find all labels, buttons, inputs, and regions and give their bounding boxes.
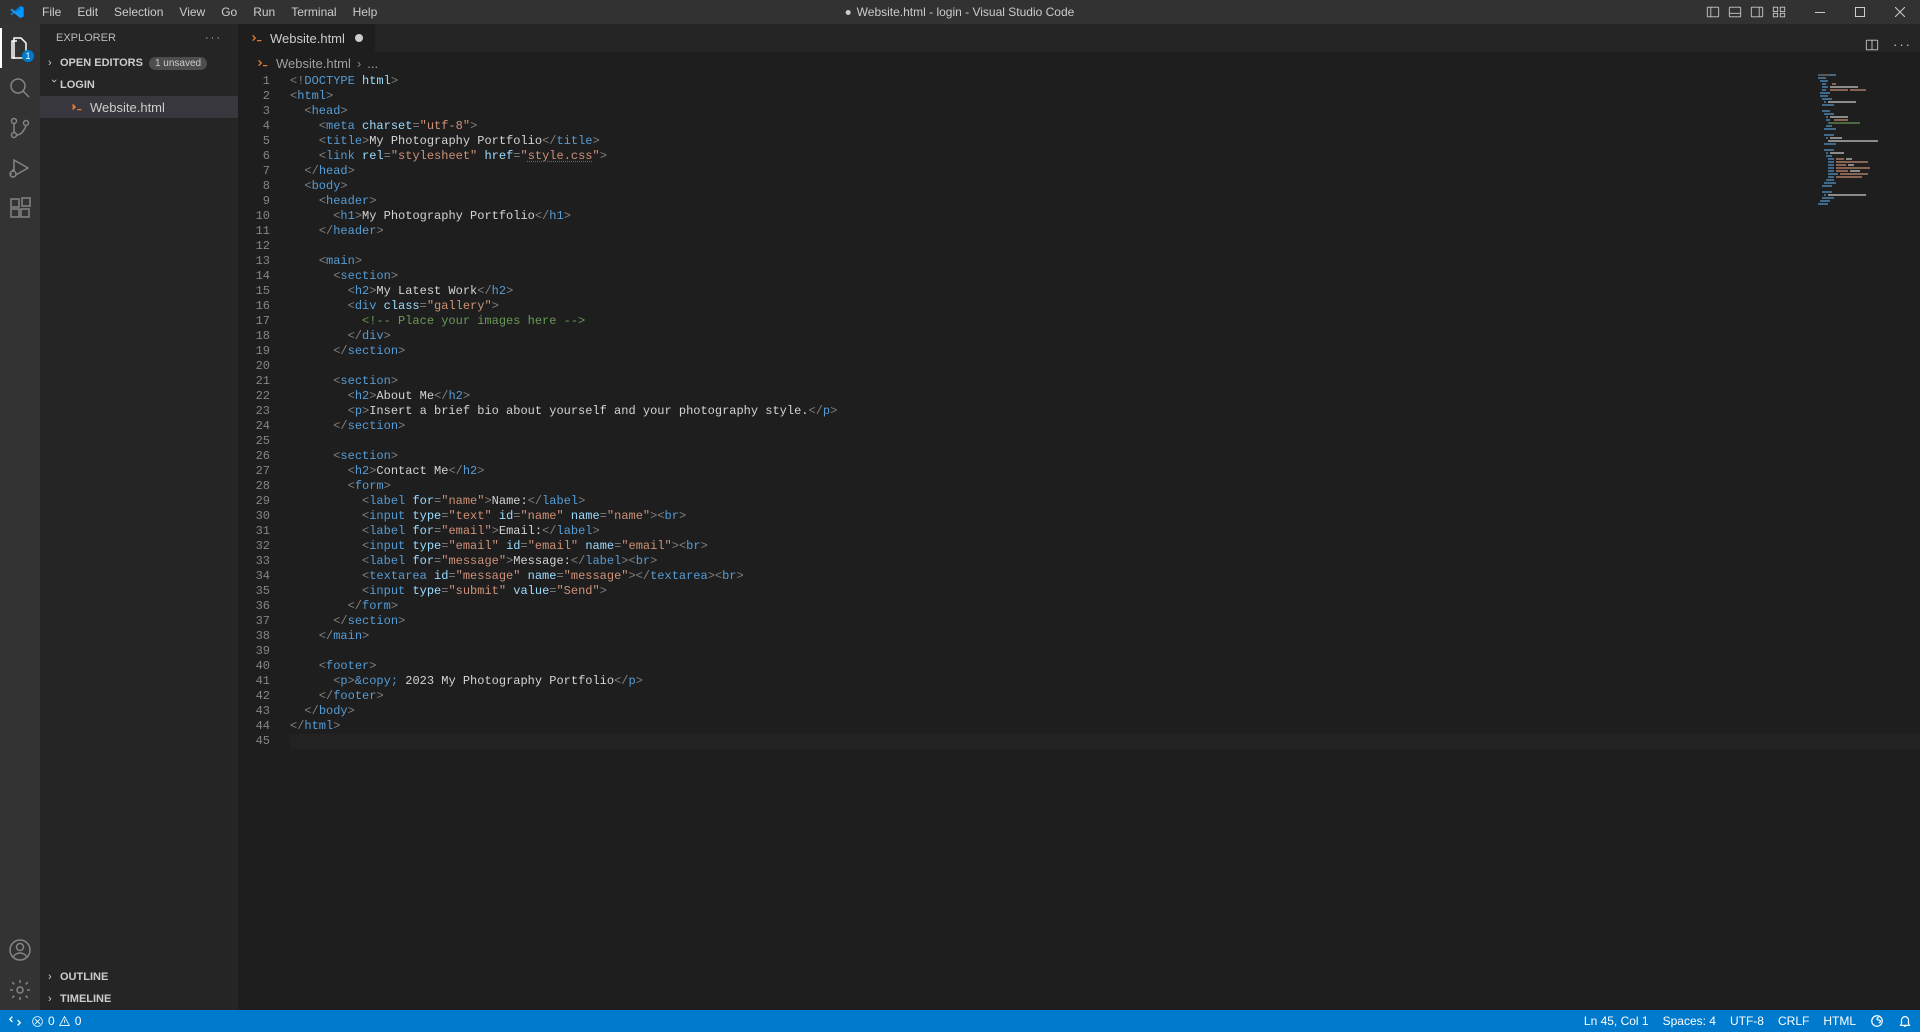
html-file-icon — [250, 31, 264, 45]
editor-body[interactable]: 1234567891011121314151617181920212223242… — [238, 74, 1920, 1010]
language-mode[interactable]: HTML — [1823, 1014, 1856, 1028]
code-content[interactable]: <!DOCTYPE html><html> <head> <meta chars… — [286, 74, 1920, 1010]
cursor-position[interactable]: Ln 45, Col 1 — [1584, 1014, 1649, 1028]
breadcrumb[interactable]: Website.html › ... — [238, 52, 1920, 74]
open-editors-section[interactable]: › OPEN EDITORS 1 unsaved — [40, 52, 238, 74]
window-title-text: Website.html - login - Visual Studio Cod… — [857, 5, 1075, 19]
timeline-section[interactable]: › TIMELINE — [40, 988, 238, 1010]
editor-tabs: Website.html ··· — [238, 24, 1920, 52]
activity-source-control-icon[interactable] — [0, 108, 40, 148]
split-editor-icon[interactable] — [1865, 38, 1879, 52]
editor-tab[interactable]: Website.html — [238, 24, 376, 52]
sidebar-title: EXPLORER — [56, 32, 116, 44]
notifications-icon[interactable] — [1898, 1014, 1912, 1028]
activity-search-icon[interactable] — [0, 68, 40, 108]
remote-indicator[interactable] — [8, 1014, 22, 1028]
activity-account-icon[interactable] — [0, 930, 40, 970]
editor-more-icon[interactable]: ··· — [1893, 37, 1912, 52]
chevron-right-icon: › — [48, 993, 60, 1005]
timeline-label: TIMELINE — [60, 993, 111, 1005]
chevron-right-icon: › — [48, 971, 60, 983]
tab-label: Website.html — [270, 31, 345, 46]
window-title: Website.html - login - Visual Studio Cod… — [846, 5, 1075, 19]
unsaved-badge: 1 unsaved — [149, 57, 207, 70]
feedback-icon[interactable] — [1870, 1014, 1884, 1028]
window-maximize-button[interactable] — [1840, 0, 1880, 24]
explorer-badge: 1 — [22, 50, 34, 62]
sidebar: EXPLORER ··· › OPEN EDITORS 1 unsaved › … — [40, 24, 238, 1010]
chevron-right-icon: › — [357, 56, 361, 71]
breadcrumb-file: Website.html — [276, 56, 351, 71]
menu-selection[interactable]: Selection — [106, 0, 171, 24]
activity-explorer-icon[interactable]: 1 — [0, 28, 40, 68]
editor-area: Website.html ··· Website.html › ... 1234… — [238, 24, 1920, 1010]
window-minimize-button[interactable] — [1800, 0, 1840, 24]
open-editors-label: OPEN EDITORS — [60, 57, 143, 69]
file-name: Website.html — [90, 100, 165, 115]
toggle-primary-sidebar-icon[interactable] — [1702, 0, 1724, 24]
menu-edit[interactable]: Edit — [69, 0, 106, 24]
sidebar-more-icon[interactable]: ··· — [205, 32, 222, 44]
status-bar: 0 0 Ln 45, Col 1 Spaces: 4 UTF-8 CRLF HT… — [0, 1010, 1920, 1032]
errors-count[interactable]: 0 — [31, 1014, 55, 1028]
folder-section[interactable]: › LOGIN — [40, 74, 238, 96]
minimap[interactable] — [1818, 74, 1906, 214]
vscode-logo-icon — [0, 4, 34, 20]
toggle-panel-icon[interactable] — [1724, 0, 1746, 24]
menu-go[interactable]: Go — [213, 0, 245, 24]
chevron-down-icon: › — [48, 79, 60, 91]
menu-view[interactable]: View — [171, 0, 213, 24]
activity-settings-icon[interactable] — [0, 970, 40, 1010]
menu-file[interactable]: File — [34, 0, 69, 24]
indentation[interactable]: Spaces: 4 — [1663, 1014, 1716, 1028]
warnings-count[interactable]: 0 — [58, 1014, 82, 1028]
chevron-right-icon: › — [48, 57, 60, 69]
toggle-secondary-sidebar-icon[interactable] — [1746, 0, 1768, 24]
breadcrumb-segment: ... — [367, 56, 378, 71]
tab-modified-dot-icon — [355, 34, 363, 42]
folder-name: LOGIN — [60, 79, 95, 91]
title-bar: File Edit Selection View Go Run Terminal… — [0, 0, 1920, 24]
html-file-icon — [70, 100, 84, 114]
menu-run[interactable]: Run — [245, 0, 283, 24]
activity-bar: 1 — [0, 24, 40, 1010]
menu-bar: File Edit Selection View Go Run Terminal… — [34, 0, 385, 24]
html-file-icon — [256, 56, 270, 70]
activity-run-debug-icon[interactable] — [0, 148, 40, 188]
menu-help[interactable]: Help — [345, 0, 386, 24]
activity-extensions-icon[interactable] — [0, 188, 40, 228]
file-tree-item[interactable]: Website.html — [40, 96, 238, 118]
encoding[interactable]: UTF-8 — [1730, 1014, 1764, 1028]
line-number-gutter: 1234567891011121314151617181920212223242… — [238, 74, 286, 1010]
window-close-button[interactable] — [1880, 0, 1920, 24]
outline-label: OUTLINE — [60, 971, 108, 983]
sidebar-header: EXPLORER ··· — [40, 24, 238, 52]
eol[interactable]: CRLF — [1778, 1014, 1809, 1028]
outline-section[interactable]: › OUTLINE — [40, 966, 238, 988]
modified-dot-icon — [846, 10, 851, 15]
menu-terminal[interactable]: Terminal — [283, 0, 344, 24]
customize-layout-icon[interactable] — [1768, 0, 1790, 24]
